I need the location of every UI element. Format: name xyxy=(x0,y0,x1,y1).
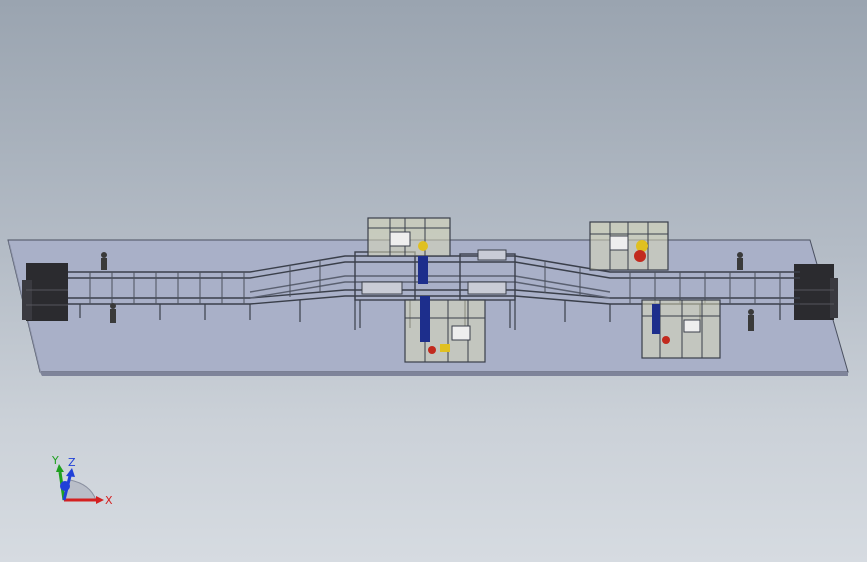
y-axis-label: Y xyxy=(51,454,59,467)
z-axis-label: Z xyxy=(68,456,76,469)
operator-figure-left-top xyxy=(101,252,107,270)
operator-figure-left-bottom xyxy=(110,303,116,323)
robot-cell-bottom-right[interactable] xyxy=(641,299,721,359)
floor-platform-front-edge xyxy=(40,372,848,376)
robot-cell-top-right[interactable] xyxy=(589,221,669,271)
cad-model-scene[interactable] xyxy=(0,0,867,562)
x-axis-label: X xyxy=(105,494,113,507)
right-end-cabinet[interactable] xyxy=(794,264,838,320)
robot-cell-bottom-center[interactable] xyxy=(404,296,486,363)
coordinate-triad: X Y Z xyxy=(51,454,113,507)
left-end-cabinet[interactable] xyxy=(22,263,68,321)
operator-figure-right-bottom xyxy=(748,309,754,331)
operator-figure-right-top xyxy=(737,252,743,270)
graphics-viewport[interactable]: X Y Z xyxy=(0,0,867,562)
